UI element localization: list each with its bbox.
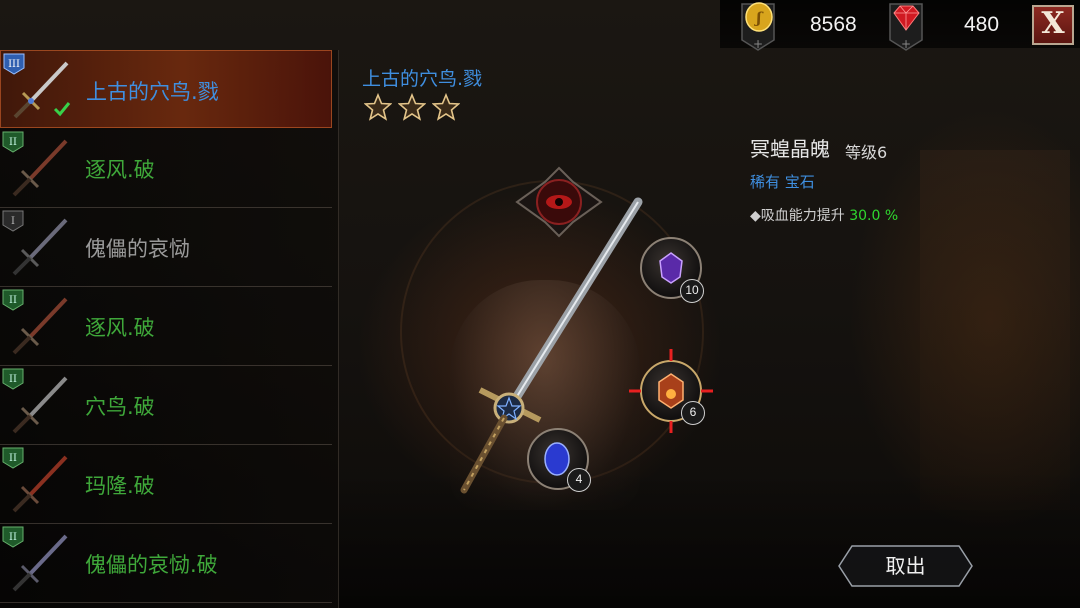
weapon-list-item[interactable]: II 穴鸟.破 (0, 366, 332, 445)
weapon-name: 傀儡的哀恸.破 (85, 553, 218, 577)
svg-text:+: + (901, 37, 911, 51)
sword-icon (12, 455, 68, 513)
sword-icon (12, 376, 68, 434)
gem-count-badge: 6 (681, 401, 705, 425)
red-gem-icon[interactable]: + (886, 0, 926, 52)
selection-crosshair-icon (629, 349, 713, 433)
star-rating (364, 93, 466, 125)
weapon-name: 逐风.破 (85, 316, 155, 340)
sword-icon (12, 297, 68, 355)
weapon-list: III 上古的穴鸟.戮 II 逐风.破 I 傀儡的哀恸 II 逐风.破 II 穴… (0, 50, 339, 608)
weapon-name: 逐风.破 (85, 158, 155, 182)
checkmark-icon (53, 102, 71, 117)
gem-stat-value: 30.0 % (849, 208, 899, 224)
gem-name: 冥蝗晶魄 (750, 137, 830, 161)
weapon-name: 玛隆.破 (85, 474, 155, 498)
gem-amount: 480 (964, 13, 1000, 36)
gem-count-badge: 4 (567, 468, 591, 492)
star-icon (398, 93, 426, 121)
gem-count-badge: 10 (680, 279, 704, 303)
gem-stat: ◆吸血能力提升 30.0 % (750, 205, 898, 225)
sword-icon (12, 534, 68, 592)
svg-text:+: + (753, 37, 763, 51)
weapon-name: 上古的穴鸟.戮 (86, 80, 219, 104)
star-icon (364, 93, 392, 121)
weapon-name: 穴鸟.破 (85, 395, 155, 419)
weapon-list-item[interactable]: II 逐风.破 (0, 129, 332, 208)
weapon-name: 傀儡的哀恸 (85, 237, 190, 261)
gem-rarity: 稀有 宝石 (750, 173, 815, 191)
weapon-list-item[interactable]: II 傀儡的哀恸.破 (0, 524, 332, 603)
weapon-list-item[interactable]: I 傀儡的哀恸 (0, 208, 332, 287)
weapon-list-item[interactable]: II 玛隆.破 (0, 445, 332, 524)
remove-gem-button[interactable]: 取出 (838, 545, 973, 587)
background-shelf (920, 150, 1070, 510)
star-icon (432, 93, 460, 121)
remove-gem-label: 取出 (885, 554, 926, 578)
gold-amount: 8568 (810, 13, 857, 36)
gold-coin-icon[interactable]: ʃ + (738, 0, 778, 52)
weapon-list-item[interactable]: III 上古的穴鸟.戮 (0, 50, 332, 128)
weapon-title: 上古的穴鸟.戮 (362, 68, 483, 90)
close-button[interactable]: X (1032, 5, 1074, 45)
gem-level: 等级6 (845, 143, 888, 162)
sword-icon (12, 218, 68, 276)
weapon-list-item[interactable]: II 逐风.破 (0, 287, 332, 366)
gem-stat-label: ◆吸血能力提升 (750, 208, 845, 224)
sword-icon (12, 139, 68, 197)
